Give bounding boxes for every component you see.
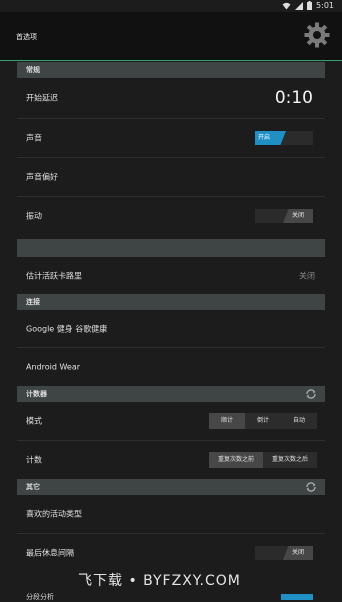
section-title: 常规: [26, 66, 40, 74]
sound-toggle[interactable]: 开启: [255, 131, 313, 145]
row-mode[interactable]: 模式 顺计 倒计 自动: [17, 402, 325, 441]
gear-icon[interactable]: [304, 22, 330, 48]
toggle-on-label: 开启: [255, 131, 286, 145]
section-title: 连接: [26, 298, 40, 306]
watermark-text: 飞下载 • BYFZXY.COM: [78, 573, 241, 589]
row-vibration[interactable]: 振动 关闭: [17, 197, 325, 235]
mode-option-down[interactable]: 倒计: [245, 413, 281, 429]
row-label: 声音偏好: [26, 172, 58, 182]
row-label: 声音: [26, 133, 42, 143]
signal-icon: [295, 1, 304, 10]
sync-icon[interactable]: [305, 388, 317, 400]
start-delay-value: 0:10: [274, 88, 313, 108]
toggle-off-label: 关闭: [283, 546, 313, 560]
battery-icon: [307, 1, 313, 10]
page-title: 首选项: [16, 33, 37, 41]
status-bar: 5:01: [0, 0, 342, 12]
section-title: 其它: [26, 483, 40, 491]
section-header-connect: 连接: [17, 294, 325, 310]
section-header-general: 常规: [17, 62, 325, 78]
row-estimate-calories[interactable]: 估计活跃卡路里 关闭: [17, 257, 325, 294]
partial-toggle[interactable]: [281, 594, 313, 600]
row-android-wear[interactable]: Android Wear: [17, 348, 325, 386]
vibration-toggle[interactable]: 关闭: [255, 209, 313, 223]
row-favorite-activity[interactable]: 喜欢的活动类型: [17, 495, 325, 534]
preferences-list: 常规 开始延迟 0:10 声音 开启 声音偏好 振动 关闭 估计活跃卡路里 关闭…: [17, 62, 325, 572]
row-label: Android Wear: [26, 362, 81, 372]
wifi-icon: [282, 2, 291, 9]
row-last-rest[interactable]: 最后休息间隔 关闭: [17, 534, 325, 572]
mode-selector[interactable]: 顺计 倒计 自动: [209, 413, 317, 429]
toggle-off-label: 关闭: [283, 209, 313, 223]
mode-option-up[interactable]: 顺计: [209, 413, 245, 429]
row-label: 模式: [26, 416, 42, 426]
sync-icon[interactable]: [305, 481, 317, 493]
row-start-delay[interactable]: 开始延迟 0:10: [17, 78, 325, 119]
count-option-before[interactable]: 重复次数之前: [209, 452, 263, 468]
estimate-value: 关闭: [299, 271, 315, 280]
row-label: 估计活跃卡路里: [26, 271, 82, 280]
section-header-other: 其它: [17, 479, 325, 495]
row-label: 喜欢的活动类型: [26, 509, 82, 519]
status-icons: 5:01: [282, 1, 334, 10]
row-sound[interactable]: 声音 开启: [17, 119, 325, 158]
row-google-fit[interactable]: Google 健身 谷歌健康: [17, 310, 325, 348]
row-label: 分段分析: [26, 593, 54, 601]
row-label: 计数: [26, 455, 42, 465]
status-time: 5:01: [316, 1, 334, 10]
section-divider: [17, 239, 325, 257]
row-sound-pref[interactable]: 声音偏好: [17, 158, 325, 197]
section-header-counter: 计数器: [17, 386, 325, 402]
count-option-after[interactable]: 重复次数之后: [263, 452, 317, 468]
last-rest-toggle[interactable]: 关闭: [255, 546, 313, 560]
row-partial-analysis[interactable]: 分段分析: [17, 593, 325, 601]
row-label: 振动: [26, 211, 42, 221]
row-label: 最后休息间隔: [26, 548, 74, 558]
row-label: Google 健身 谷歌健康: [26, 324, 108, 333]
row-label: 开始延迟: [26, 93, 58, 103]
section-title: 计数器: [26, 390, 47, 398]
mode-option-auto[interactable]: 自动: [281, 413, 317, 429]
app-bar: 首选项: [0, 12, 342, 61]
row-count[interactable]: 计数 重复次数之前 重复次数之后: [17, 441, 325, 479]
count-selector[interactable]: 重复次数之前 重复次数之后: [209, 452, 317, 468]
